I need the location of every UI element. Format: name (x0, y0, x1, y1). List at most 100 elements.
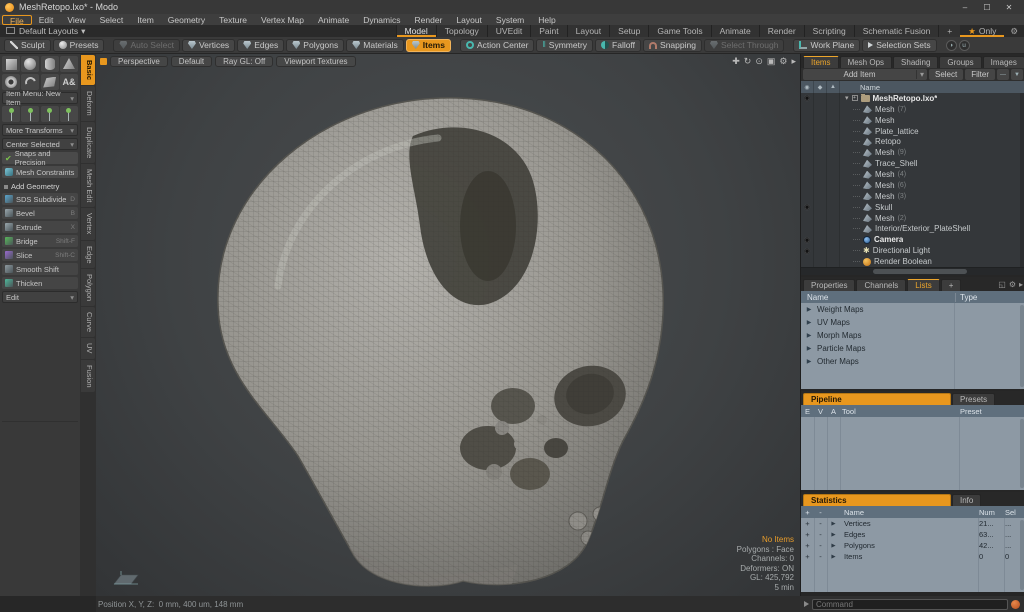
expand-arrow-icon[interactable]: ▶ (801, 319, 817, 326)
select-through-button[interactable]: Select Through (704, 39, 785, 52)
tree-item-meshretopo-lxo[interactable]: ◉▾+MeshRetopo.lxo* (801, 93, 1024, 104)
edges-button[interactable]: Edges (237, 39, 284, 52)
filter-button[interactable]: Filter (965, 69, 995, 80)
minimize-button[interactable]: – (955, 1, 975, 14)
lists-tab-plus[interactable]: + (941, 279, 962, 291)
statistics-tab-statistics[interactable]: Statistics (803, 494, 951, 506)
filter-funnel-icon[interactable]: ▼ (1011, 69, 1023, 80)
items-tab-items[interactable]: Items (803, 56, 839, 68)
materials-button[interactable]: Materials (346, 39, 403, 52)
plus-icon[interactable]: + (801, 541, 814, 550)
layout-tab-game-tools[interactable]: Game Tools (648, 25, 710, 37)
eye-icon[interactable]: ◉ (804, 94, 810, 102)
sidebar-tab-basic[interactable]: Basic (81, 55, 95, 85)
layout-tab-topology[interactable]: Topology (436, 25, 487, 37)
move-tool-icon[interactable] (2, 106, 20, 122)
lists-scrollbar[interactable] (1020, 305, 1024, 387)
sidebar-tab-vertex[interactable]: Vertex (81, 208, 95, 239)
sidebar-tab-deform[interactable]: Deform (81, 86, 95, 121)
list-options-icon[interactable]: — (997, 69, 1009, 80)
panel-more-icon[interactable]: ▸ (1019, 280, 1023, 289)
expand-arrow-icon[interactable]: ▶ (827, 521, 840, 527)
selection-sets-button[interactable]: Selection Sets (862, 39, 936, 52)
layout-tab-model[interactable]: Model (396, 25, 436, 37)
slice-tool[interactable]: SliceShift-C (2, 249, 78, 261)
tree-item-mesh[interactable]: Mesh(2) (801, 213, 1024, 224)
tree-item-interior-exterior-plateshell[interactable]: Interior/Exterior_PlateShell (801, 224, 1024, 235)
mesh-constraints-button[interactable]: Mesh Constraints (2, 166, 78, 178)
viewport-thumb-icon[interactable] (100, 58, 107, 65)
eye-icon[interactable]: ◉ (804, 203, 810, 211)
sphere-icon[interactable] (21, 56, 39, 72)
expand-icon[interactable]: + (852, 95, 858, 101)
minus-icon[interactable]: - (814, 519, 827, 528)
menu-render[interactable]: Render (408, 15, 450, 25)
items-tab-mesh-ops[interactable]: Mesh Ops (840, 56, 892, 68)
frame-icon[interactable]: ▣ (767, 55, 776, 67)
pipeline-tab-pipeline[interactable]: Pipeline (803, 393, 951, 405)
tree-item-mesh[interactable]: Mesh(6) (801, 180, 1024, 191)
panel-gear-icon[interactable]: ⚙ (1009, 280, 1016, 289)
lists-tab-lists[interactable]: Lists (907, 279, 939, 291)
tree-item-mesh[interactable]: Mesh(9) (801, 147, 1024, 158)
items-button[interactable]: Items (406, 39, 451, 52)
close-button[interactable]: ✕ (999, 1, 1019, 14)
menu-file[interactable]: File (2, 15, 32, 25)
add-geometry-header[interactable]: Add Geometry (2, 180, 78, 191)
stat-row-vertices[interactable]: +-▶Vertices21...... (801, 518, 1024, 529)
sidebar-tab-curve[interactable]: Curve (81, 307, 95, 337)
stat-row-edges[interactable]: +-▶Edges63...... (801, 529, 1024, 540)
pan-icon[interactable]: ✚ (732, 55, 740, 67)
menu-geometry[interactable]: Geometry (161, 15, 212, 25)
cube-icon[interactable] (2, 56, 20, 72)
statistics-tab-info[interactable]: Info (952, 494, 981, 506)
stat-row-polygons[interactable]: +-▶Polygons42...... (801, 540, 1024, 551)
maximize-button[interactable]: ☐ (977, 1, 997, 14)
viewport-textures-button[interactable]: Viewport Textures (276, 56, 355, 67)
action-center-button[interactable]: Action Center (460, 39, 535, 52)
list-row-particle-maps[interactable]: ▶Particle Maps (801, 342, 1024, 355)
expand-arrow-icon[interactable]: ▶ (827, 532, 840, 538)
rotate-icon[interactable]: ↻ (744, 55, 752, 67)
items-tab-images[interactable]: Images (983, 56, 1024, 68)
twirl-icon[interactable]: ▾ (845, 94, 849, 102)
snapping-button[interactable]: Snapping (643, 39, 702, 52)
select-button[interactable]: Select (929, 69, 963, 80)
menu-help[interactable]: Help (531, 15, 562, 25)
curve-icon[interactable] (21, 74, 39, 90)
tree-item-camera[interactable]: ◉Camera (801, 234, 1024, 245)
minus-icon[interactable]: - (814, 552, 827, 561)
torus-icon[interactable] (2, 74, 20, 90)
plus-icon[interactable]: + (801, 519, 814, 528)
sidebar-tab-fusion[interactable]: Fusion (81, 360, 95, 393)
expand-arrow-icon[interactable]: ▶ (801, 306, 817, 313)
minus-icon[interactable]: - (814, 541, 827, 550)
falloff-button[interactable]: Falloff (595, 39, 641, 52)
menu-dynamics[interactable]: Dynamics (356, 15, 407, 25)
polygons-button[interactable]: Polygons (286, 39, 344, 52)
tree-item-mesh[interactable]: Mesh(4) (801, 169, 1024, 180)
text-icon[interactable]: A& (60, 74, 78, 90)
menu-system[interactable]: System (489, 15, 531, 25)
tree-item-skull[interactable]: ◉Skull (801, 202, 1024, 213)
command-run-icon[interactable] (804, 601, 809, 607)
layout-tab-plus[interactable]: + (938, 25, 960, 37)
tree-item-directional-light[interactable]: ◉✱Directional Light (801, 245, 1024, 256)
sidebar-tab-uv[interactable]: UV (81, 338, 95, 358)
more-transforms-dropdown[interactable]: More Transforms▾ (2, 124, 78, 136)
layout-tab-paint[interactable]: Paint (530, 25, 566, 37)
layout-tab-animate[interactable]: Animate (711, 25, 759, 37)
cone-icon[interactable] (60, 56, 78, 72)
pipeline-tab-presets[interactable]: Presets (952, 393, 995, 405)
symmetry-button[interactable]: ‖Symmetry (536, 39, 593, 52)
smooth-shift-tool[interactable]: Smooth Shift (2, 263, 78, 275)
sidebar-tab-mesh-edit[interactable]: Mesh Edit (81, 164, 95, 207)
scale-tool-icon[interactable] (41, 106, 59, 122)
sds-subdivide-tool[interactable]: SDS SubdivideD (2, 193, 78, 205)
command-input[interactable] (812, 599, 1008, 610)
menu-item[interactable]: Item (130, 15, 161, 25)
list-row-uv-maps[interactable]: ▶UV Maps (801, 316, 1024, 329)
menu-vertex-map[interactable]: Vertex Map (254, 15, 311, 25)
panel-popout-icon[interactable]: ◱ (998, 280, 1006, 289)
zoom-icon[interactable]: ⊙ (755, 55, 763, 67)
